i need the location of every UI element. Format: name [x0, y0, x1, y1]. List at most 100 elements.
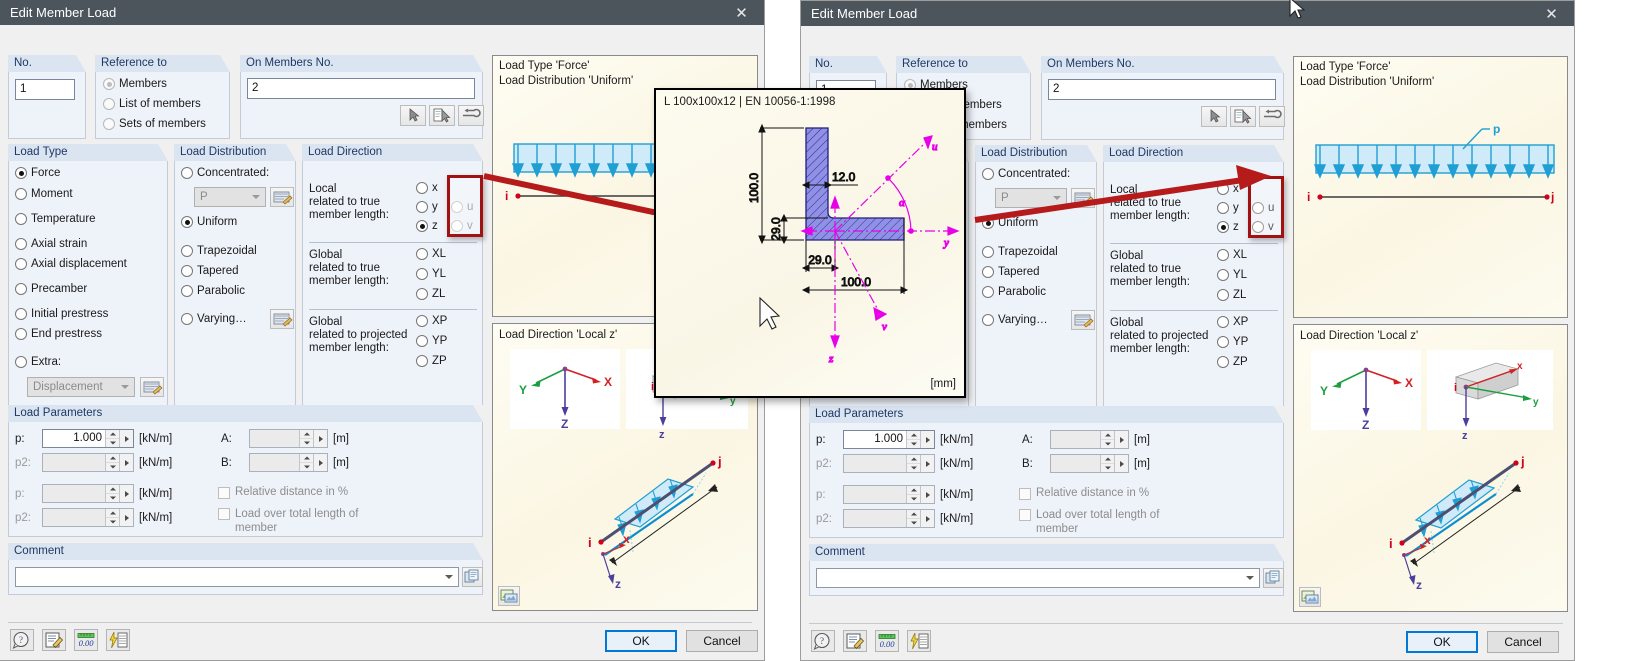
radio-load-type-axial-strain[interactable]: Axial strain — [15, 238, 87, 250]
radio-distribution-tapered[interactable]: Tapered — [982, 266, 1040, 278]
no-input[interactable]: 1 — [15, 79, 75, 100]
spinner-up-down-icon[interactable] — [1100, 431, 1114, 448]
checkbox-relative-distance[interactable]: Relative distance in % — [1019, 487, 1149, 500]
units-icon[interactable]: 0.00 — [875, 630, 899, 652]
pick-single-icon[interactable] — [1201, 106, 1227, 127]
spinner-more-icon[interactable] — [920, 455, 934, 472]
spinner-up-down-icon[interactable] — [299, 454, 313, 471]
radio-reference-list-of-members[interactable]: List of members — [103, 98, 201, 110]
load-type-extra-combo[interactable]: Displacement — [27, 377, 135, 397]
pick-list-icon[interactable] — [429, 105, 455, 126]
radio-direction-z[interactable]: z — [1217, 221, 1239, 233]
radio-load-type-moment[interactable]: Moment — [15, 188, 73, 200]
comment-copy-icon[interactable] — [462, 567, 483, 587]
spinner-up-down-icon[interactable] — [105, 454, 119, 471]
radio-direction-xp[interactable]: XP — [416, 315, 447, 327]
varying-dialog-icon[interactable] — [1071, 310, 1095, 330]
radio-direction-xl[interactable]: XL — [416, 248, 446, 260]
on-members-input[interactable]: 2 — [1048, 79, 1276, 100]
edit-note-icon[interactable] — [42, 629, 66, 651]
cancel-button[interactable]: Cancel — [1487, 631, 1559, 653]
radio-load-type-extra[interactable]: Extra: — [15, 356, 61, 368]
radio-load-type-axial-displacement[interactable]: Axial displacement — [15, 258, 127, 270]
spinner-up-down-icon[interactable] — [105, 485, 119, 502]
p4-input[interactable] — [42, 508, 134, 527]
radio-distribution-uniform[interactable]: Uniform — [181, 216, 237, 228]
help-icon[interactable]: ? — [10, 629, 34, 651]
radio-distribution-concentrated[interactable]: Concentrated: — [181, 167, 269, 179]
help-icon[interactable]: ? — [811, 630, 835, 652]
radio-direction-z[interactable]: z — [416, 220, 438, 232]
p1-input[interactable]: 1.000 — [42, 429, 134, 448]
load-type-extra-dialog-icon[interactable] — [140, 377, 164, 397]
dynamic-icon[interactable] — [106, 629, 130, 651]
radio-distribution-parabolic[interactable]: Parabolic — [181, 285, 245, 297]
concentrated-dialog-icon[interactable] — [270, 187, 294, 207]
radio-direction-yl[interactable]: YL — [1217, 269, 1247, 281]
radio-direction-xp[interactable]: XP — [1217, 316, 1248, 328]
dynamic-icon[interactable] — [907, 630, 931, 652]
pick-single-icon[interactable] — [400, 105, 426, 126]
spinner-more-icon[interactable] — [1114, 455, 1128, 472]
spinner-more-icon[interactable] — [920, 510, 934, 527]
p1-input[interactable]: 1.000 — [843, 430, 935, 449]
pick-list-icon[interactable] — [1230, 106, 1256, 127]
radio-direction-zp[interactable]: ZP — [416, 355, 447, 367]
spinner-more-icon[interactable] — [313, 454, 327, 471]
spinner-up-down-icon[interactable] — [105, 509, 119, 526]
preview-render-icon[interactable] — [1299, 587, 1321, 607]
radio-direction-xl[interactable]: XL — [1217, 249, 1247, 261]
spinner-up-down-icon[interactable] — [906, 510, 920, 527]
ok-button[interactable]: OK — [605, 630, 677, 652]
a-input[interactable] — [249, 429, 328, 448]
close-icon[interactable]: ✕ — [1529, 1, 1574, 26]
radio-direction-y[interactable]: y — [416, 201, 438, 213]
cancel-button[interactable]: Cancel — [686, 630, 758, 652]
radio-distribution-tapered[interactable]: Tapered — [181, 265, 239, 277]
radio-direction-yp[interactable]: YP — [1217, 336, 1248, 348]
comment-input[interactable] — [816, 568, 1260, 588]
radio-direction-yp[interactable]: YP — [416, 335, 447, 347]
b-input[interactable] — [249, 453, 328, 472]
radio-direction-zp[interactable]: ZP — [1217, 356, 1248, 368]
p4-input[interactable] — [843, 509, 935, 528]
concentrated-combo[interactable]: P — [194, 187, 266, 207]
radio-load-type-precamber[interactable]: Precamber — [15, 283, 87, 295]
pick-parent-icon[interactable] — [1259, 106, 1285, 127]
p2-1-input[interactable] — [843, 454, 935, 473]
comment-copy-icon[interactable] — [1263, 568, 1284, 588]
spinner-more-icon[interactable] — [119, 485, 133, 502]
close-icon[interactable]: ✕ — [719, 0, 764, 25]
spinner-up-down-icon[interactable] — [1100, 455, 1114, 472]
radio-distribution-concentrated[interactable]: Concentrated: — [982, 168, 1070, 180]
spinner-more-icon[interactable] — [119, 509, 133, 526]
p3-input[interactable] — [42, 484, 134, 503]
concentrated-combo[interactable]: P — [995, 188, 1067, 208]
spinner-more-icon[interactable] — [313, 430, 327, 447]
preview-render-icon[interactable] — [498, 586, 520, 606]
checkbox-relative-distance[interactable]: Relative distance in % — [218, 486, 348, 499]
spinner-more-icon[interactable] — [920, 486, 934, 503]
spinner-more-icon[interactable] — [1114, 431, 1128, 448]
on-members-input[interactable]: 2 — [247, 78, 475, 99]
spinner-more-icon[interactable] — [119, 454, 133, 471]
units-icon[interactable]: 0.00 — [74, 629, 98, 651]
radio-direction-zl[interactable]: ZL — [416, 288, 445, 300]
radio-direction-x[interactable]: x — [416, 182, 438, 194]
radio-direction-y[interactable]: y — [1217, 202, 1239, 214]
checkbox-load-over-total-length[interactable]: Load over total length of member — [1019, 508, 1159, 536]
radio-reference-sets-of-members[interactable]: Sets of members — [103, 118, 206, 130]
ok-button[interactable]: OK — [1406, 631, 1478, 653]
spinner-up-down-icon[interactable] — [299, 430, 313, 447]
a-input[interactable] — [1050, 430, 1129, 449]
spinner-up-down-icon[interactable] — [906, 486, 920, 503]
spinner-more-icon[interactable] — [119, 430, 133, 447]
radio-direction-yl[interactable]: YL — [416, 268, 446, 280]
radio-distribution-trapezoidal[interactable]: Trapezoidal — [982, 246, 1058, 258]
p2-1-input[interactable] — [42, 453, 134, 472]
checkbox-load-over-total-length[interactable]: Load over total length of member — [218, 507, 358, 535]
radio-load-type-end-prestress[interactable]: End prestress — [15, 328, 102, 340]
spinner-up-down-icon[interactable] — [906, 455, 920, 472]
radio-reference-members[interactable]: Members — [103, 78, 167, 90]
spinner-up-down-icon[interactable] — [906, 431, 920, 448]
